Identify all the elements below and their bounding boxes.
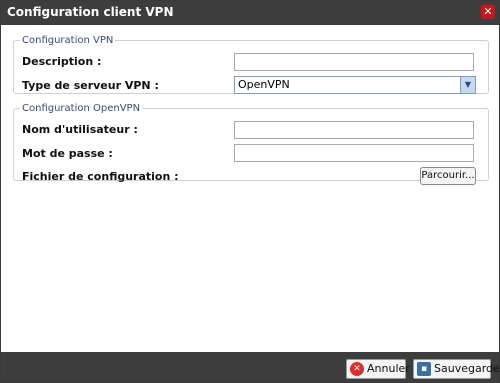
vpn-config-section: Configuration VPN Description : Type de … xyxy=(13,35,489,94)
save-label: Sauvegarder xyxy=(434,362,500,375)
save-button[interactable]: ▪ Sauvegarder xyxy=(413,359,500,379)
cancel-icon: ✕ xyxy=(350,362,364,376)
server-type-select[interactable]: OpenVPN ▼ xyxy=(234,76,476,94)
username-input[interactable] xyxy=(234,121,474,139)
dialog-footer: ✕ Annuler ▪ Sauvegarder xyxy=(1,352,500,382)
save-icon: ▪ xyxy=(417,362,431,376)
description-label: Description : xyxy=(22,55,102,68)
chevron-down-icon[interactable]: ▼ xyxy=(460,77,475,93)
password-input[interactable] xyxy=(234,144,474,162)
server-type-label: Type de serveur VPN : xyxy=(22,79,159,92)
cancel-button[interactable]: ✕ Annuler xyxy=(346,359,410,379)
cancel-label: Annuler xyxy=(367,362,410,375)
close-icon[interactable]: ✕ xyxy=(481,5,495,19)
server-type-value: OpenVPN xyxy=(238,78,290,91)
description-input[interactable] xyxy=(234,53,474,71)
vpn-client-dialog: Configuration client VPN ✕ Configuration… xyxy=(0,0,500,383)
password-label: Mot de passe : xyxy=(22,147,113,160)
config-file-label: Fichier de configuration : xyxy=(22,170,179,183)
openvpn-config-legend: Configuration OpenVPN xyxy=(22,103,141,114)
dialog-titlebar: Configuration client VPN ✕ xyxy=(1,1,499,25)
openvpn-config-section: Configuration OpenVPN Nom d'utilisateur … xyxy=(13,103,489,185)
browse-button[interactable]: Parcourir... xyxy=(420,167,476,185)
dialog-title: Configuration client VPN xyxy=(7,5,174,19)
vpn-config-legend: Configuration VPN xyxy=(22,35,114,46)
username-label: Nom d'utilisateur : xyxy=(22,123,138,136)
